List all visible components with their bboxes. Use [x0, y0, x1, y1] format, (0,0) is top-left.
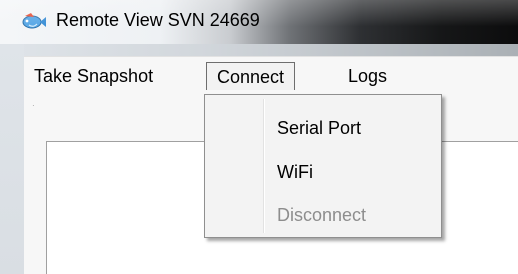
menu-bar: Take Snapshot Connect Logs	[24, 56, 518, 97]
menu-connect[interactable]: Connect	[206, 62, 296, 90]
window-frame-left	[0, 44, 24, 274]
fish-icon[interactable]	[20, 12, 46, 30]
menu-icon-gutter	[263, 99, 265, 233]
menu-logs[interactable]: Logs	[338, 62, 397, 90]
connect-dropdown-menu: Serial Port WiFi Disconnect	[204, 94, 442, 238]
window-title: Remote View SVN 24669	[56, 10, 260, 30]
window-frame-top	[0, 44, 518, 56]
title-bar[interactable]: Remote View SVN 24669	[0, 0, 518, 44]
menu-item-disconnect: Disconnect	[277, 205, 367, 225]
menu-item-serial-port[interactable]: Serial Port	[277, 115, 361, 141]
app-window: Remote View SVN 24669 Take Snapshot Conn…	[0, 0, 518, 274]
toolbar-grip: ·	[32, 101, 35, 110]
menu-item-wifi[interactable]: WiFi	[277, 159, 313, 185]
menu-take-snapshot[interactable]: Take Snapshot	[24, 62, 163, 90]
